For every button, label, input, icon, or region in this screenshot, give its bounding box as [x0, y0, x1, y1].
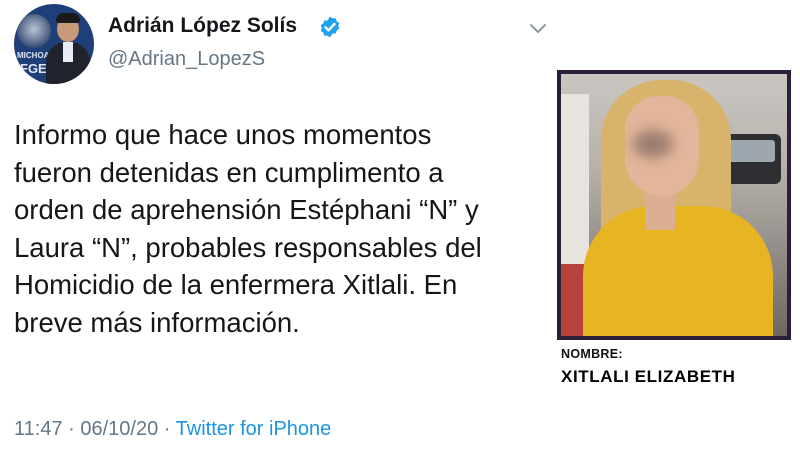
- avatar-badge-abbr: FGE: [20, 61, 47, 76]
- chevron-down-icon[interactable]: [526, 16, 550, 40]
- media-caption-label: NOMBRE:: [561, 347, 623, 361]
- verified-badge-icon: [320, 16, 340, 38]
- author-handle[interactable]: @Adrian_LopezS: [108, 48, 265, 71]
- fge-seal-logo: [17, 14, 51, 48]
- tweet-text: Informo que hace unos momentos fueron de…: [14, 119, 482, 338]
- tweet-time[interactable]: 11:47: [14, 418, 63, 440]
- avatar[interactable]: MICHOACÁN FGE: [14, 4, 94, 84]
- tweet-meta: 11:47 · 06/10/20 · Twitter for iPhone: [14, 418, 331, 441]
- author-display-name[interactable]: Adrián López Solís: [108, 14, 297, 38]
- media-caption-name: XITLALI ELIZABETH: [561, 367, 736, 386]
- tweet-source-link[interactable]: Twitter for iPhone: [176, 418, 332, 440]
- meta-separator: ·: [68, 418, 75, 440]
- photo: [561, 74, 787, 336]
- meta-separator: ·: [163, 418, 171, 440]
- tweet-media-image[interactable]: [557, 70, 791, 340]
- tweet-date[interactable]: 06/10/20: [80, 418, 158, 440]
